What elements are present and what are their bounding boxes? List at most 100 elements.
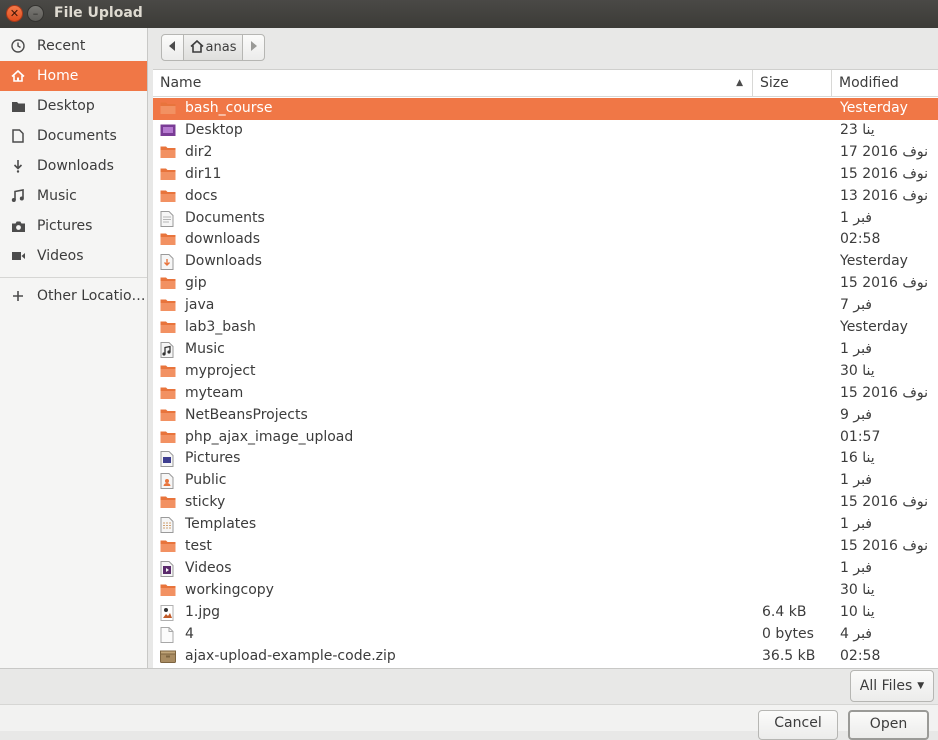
close-window-button[interactable]: ✕ [6, 5, 23, 22]
desktop-folder-icon [160, 123, 176, 139]
file-modified: 16 ينا [840, 450, 875, 467]
file-row-test[interactable]: test 15 نوف 2016 [153, 536, 938, 558]
sidebar-item-other-locations[interactable]: Other Locatio… [0, 281, 147, 311]
column-header-label: Size [760, 75, 789, 91]
file-name: dir11 [185, 165, 222, 182]
sidebar-item-label: Recent [37, 38, 86, 54]
file-name: sticky [185, 494, 226, 511]
folder-icon [160, 386, 176, 402]
folder-icon [160, 364, 176, 380]
sidebar-item-home[interactable]: Home [0, 61, 147, 91]
file-row-bash-course[interactable]: bash_course Yesterday [153, 98, 938, 120]
file-name: test [185, 538, 212, 554]
file-row-java[interactable]: java 7 فبر [153, 295, 938, 317]
file-name: Downloads [185, 253, 262, 270]
sidebar-item-documents[interactable]: Documents [0, 121, 147, 151]
sidebar-item-music[interactable]: Music [0, 181, 147, 211]
templates-folder-icon [160, 517, 176, 534]
file-row-docs[interactable]: docs 13 نوف 2016 [153, 186, 938, 208]
column-header-label: Name [160, 75, 202, 91]
file-row-downloads[interactable]: Downloads Yesterday [153, 251, 938, 273]
file-size: 36.5 kB [762, 647, 816, 664]
file-row-workingcopy[interactable]: workingcopy 30 ينا [153, 580, 938, 602]
blank-file-icon [160, 626, 176, 643]
public-folder-icon [160, 473, 176, 490]
path-bar: anas [161, 34, 265, 61]
path-back-button[interactable] [161, 34, 184, 61]
camera-icon [10, 218, 26, 234]
places-sidebar: Recent Home Desktop Documents Downloads … [0, 28, 148, 668]
file-row-desktop[interactable]: Desktop 23 ينا [153, 120, 938, 142]
file-row-gip[interactable]: gip 15 نوف 2016 [153, 273, 938, 295]
folder-icon [160, 495, 176, 511]
file-name: Videos [185, 559, 232, 576]
file-row-public[interactable]: Public 1 فبر [153, 470, 938, 492]
file-row-myproject[interactable]: myproject 30 ينا [153, 361, 938, 383]
file-row-ajax-upload-example-code-zip[interactable]: ajax-upload-example-code.zip 36.5 kB 02:58 [153, 646, 938, 668]
file-row-videos[interactable]: Videos 1 فبر [153, 558, 938, 580]
file-row-downloads[interactable]: downloads 02:58 [153, 229, 938, 251]
file-row-4[interactable]: 4 0 bytes 4 فبر [153, 624, 938, 646]
file-row-sticky[interactable]: sticky 15 نوف 2016 [153, 492, 938, 514]
file-modified: 15 نوف 2016 [840, 384, 928, 401]
close-icon: ✕ [9, 7, 20, 20]
file-list[interactable]: Name ▲ Size Modified bash_course Yesterda… [153, 69, 938, 668]
file-modified: 7 فبر [840, 297, 873, 314]
file-modified: 17 نوف 2016 [840, 143, 928, 160]
open-button[interactable]: Open [848, 710, 929, 740]
column-header-name[interactable]: Name ▲ [153, 70, 753, 97]
sidebar-item-recent[interactable]: Recent [0, 31, 147, 61]
file-modified: 02:58 [840, 647, 881, 664]
minimize-window-button[interactable]: – [27, 5, 44, 22]
file-modified: 9 فبر [840, 406, 873, 423]
sidebar-item-label: Home [37, 68, 79, 84]
sidebar-item-label: Videos [37, 248, 84, 264]
column-header-size[interactable]: Size [753, 70, 832, 97]
sidebar-item-pictures[interactable]: Pictures [0, 211, 147, 241]
folder-icon [10, 98, 26, 114]
column-header-label: Modified [839, 75, 899, 91]
file-modified: 1 فبر [840, 340, 873, 357]
path-forward-button[interactable] [242, 34, 265, 61]
file-name: Music [185, 340, 225, 357]
chevron-left-icon [169, 40, 176, 55]
folder-icon [160, 189, 176, 205]
sidebar-item-videos[interactable]: Videos [0, 241, 147, 271]
sidebar-item-downloads[interactable]: Downloads [0, 151, 147, 181]
sidebar-item-desktop[interactable]: Desktop [0, 91, 147, 121]
column-header-modified[interactable]: Modified [832, 70, 938, 97]
folder-icon [160, 583, 176, 599]
file-row-myteam[interactable]: myteam 15 نوف 2016 [153, 383, 938, 405]
cancel-button[interactable]: Cancel [758, 710, 838, 740]
music-folder-icon [160, 341, 176, 358]
file-row-netbeansprojects[interactable]: NetBeansProjects 9 فبر [153, 405, 938, 427]
path-segment-home[interactable]: anas [184, 34, 242, 61]
window-title: File Upload [54, 5, 143, 21]
file-row-lab3-bash[interactable]: lab3_bash Yesterday [153, 317, 938, 339]
filter-label: All Files [859, 678, 913, 694]
file-row-dir2[interactable]: dir2 17 نوف 2016 [153, 142, 938, 164]
folder-icon [160, 430, 176, 446]
file-modified: 01:57 [840, 428, 881, 445]
file-row-dir11[interactable]: dir11 15 نوف 2016 [153, 164, 938, 186]
folder-icon [160, 539, 176, 555]
file-row-1-jpg[interactable]: 1.jpg 6.4 kB 10 ينا [153, 602, 938, 624]
sidebar-item-label: Documents [37, 128, 117, 144]
music-icon [10, 188, 26, 204]
file-name: 1.jpg [185, 603, 221, 620]
sidebar-separator [0, 277, 147, 278]
file-row-pictures[interactable]: Pictures 16 ينا [153, 448, 938, 470]
file-name: ajax-upload-example-code.zip [185, 647, 396, 664]
file-row-php-ajax-image-upload[interactable]: php_ajax_image_upload 01:57 [153, 427, 938, 449]
file-type-filter-dropdown[interactable]: All Files ▼ [850, 670, 934, 702]
file-modified: 15 نوف 2016 [840, 165, 928, 182]
file-modified: 15 نوف 2016 [840, 494, 928, 511]
documents-folder-icon [160, 210, 176, 227]
caret-down-icon: ▼ [917, 681, 925, 691]
file-row-templates[interactable]: Templates 1 فبر [153, 514, 938, 536]
file-row-documents[interactable]: Documents 1 فبر [153, 208, 938, 230]
file-name: myteam [185, 384, 244, 401]
file-row-music[interactable]: Music 1 فبر [153, 339, 938, 361]
file-name: docs [185, 187, 218, 204]
folder-icon [160, 101, 176, 117]
